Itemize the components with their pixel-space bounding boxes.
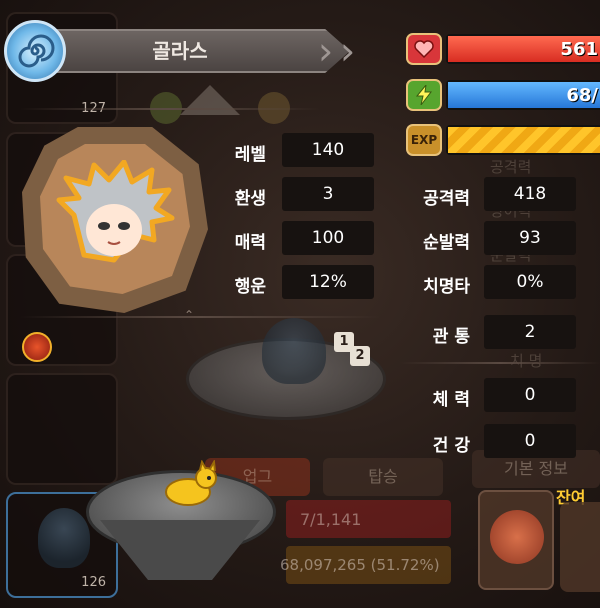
stat-value-health: 0 <box>484 424 576 458</box>
spiral-emblem-icon <box>4 20 66 82</box>
remaining-card[interactable] <box>478 490 554 590</box>
collapse-icon[interactable]: ⌃ <box>184 308 194 322</box>
stat-value-critical: 0% <box>484 265 576 299</box>
stat-label-attack: 공격력 <box>423 189 470 209</box>
stat-value-attack: 418 <box>484 177 576 211</box>
sidebar-slot-4[interactable] <box>6 373 118 485</box>
stat-label-pierce: 관 통 <box>432 327 470 347</box>
bg-stat-text: 공격력 <box>490 158 532 176</box>
bg-gold-text: 68,097,265 (51.72%) <box>280 556 440 574</box>
pet-ghost <box>262 318 326 384</box>
exp-icon: EXP <box>406 124 442 156</box>
bg-stat-text: 치 명 <box>510 352 543 370</box>
stat-label-luck: 행운 <box>234 277 266 297</box>
stat-value-rebirth: 3 <box>282 177 374 211</box>
slot-count: 126 <box>81 575 106 590</box>
mp-value: 68/ <box>566 85 598 106</box>
dragon-badge-icon[interactable] <box>22 332 52 362</box>
mp-bar: 68/ <box>446 80 600 110</box>
stat-label-critical: 치명타 <box>423 277 470 297</box>
stat-label-health: 건 강 <box>432 436 470 456</box>
stat-value-level: 140 <box>282 133 374 167</box>
pet-thumbnail <box>38 508 90 568</box>
divider <box>20 108 320 110</box>
exp-bar-fill <box>448 127 600 153</box>
exp-bar <box>446 125 600 155</box>
lightning-icon <box>406 79 442 111</box>
hp-value: 561 <box>560 39 598 60</box>
divider <box>400 362 600 364</box>
stat-value-agility: 93 <box>484 221 576 255</box>
character-portrait <box>56 160 175 263</box>
stat-label-rebirth: 환생 <box>234 189 266 209</box>
chevron-right-icon: › <box>340 29 356 73</box>
stat-value-stamina: 0 <box>484 378 576 412</box>
hp-bar: 561 <box>446 34 600 64</box>
heart-icon <box>406 33 442 65</box>
stat-value-pierce: 2 <box>484 315 576 349</box>
page-total[interactable]: 2 <box>350 346 370 366</box>
pet-cat[interactable] <box>160 460 220 510</box>
monster-icon <box>490 510 544 564</box>
divider <box>20 316 380 318</box>
tab-ride[interactable]: 탑승 <box>323 458 443 496</box>
remaining-card-2[interactable] <box>560 502 600 592</box>
stat-label-stamina: 체 력 <box>432 390 470 410</box>
stat-label-level: 레벨 <box>234 145 266 165</box>
stat-value-charm: 100 <box>282 221 374 255</box>
bg-hp-text: 7/1,141 <box>300 510 362 529</box>
stat-label-charm: 매력 <box>234 233 266 253</box>
stat-value-luck: 12% <box>282 265 374 299</box>
character-name: 골라스 <box>152 39 208 63</box>
stat-label-agility: 순발력 <box>423 233 470 253</box>
